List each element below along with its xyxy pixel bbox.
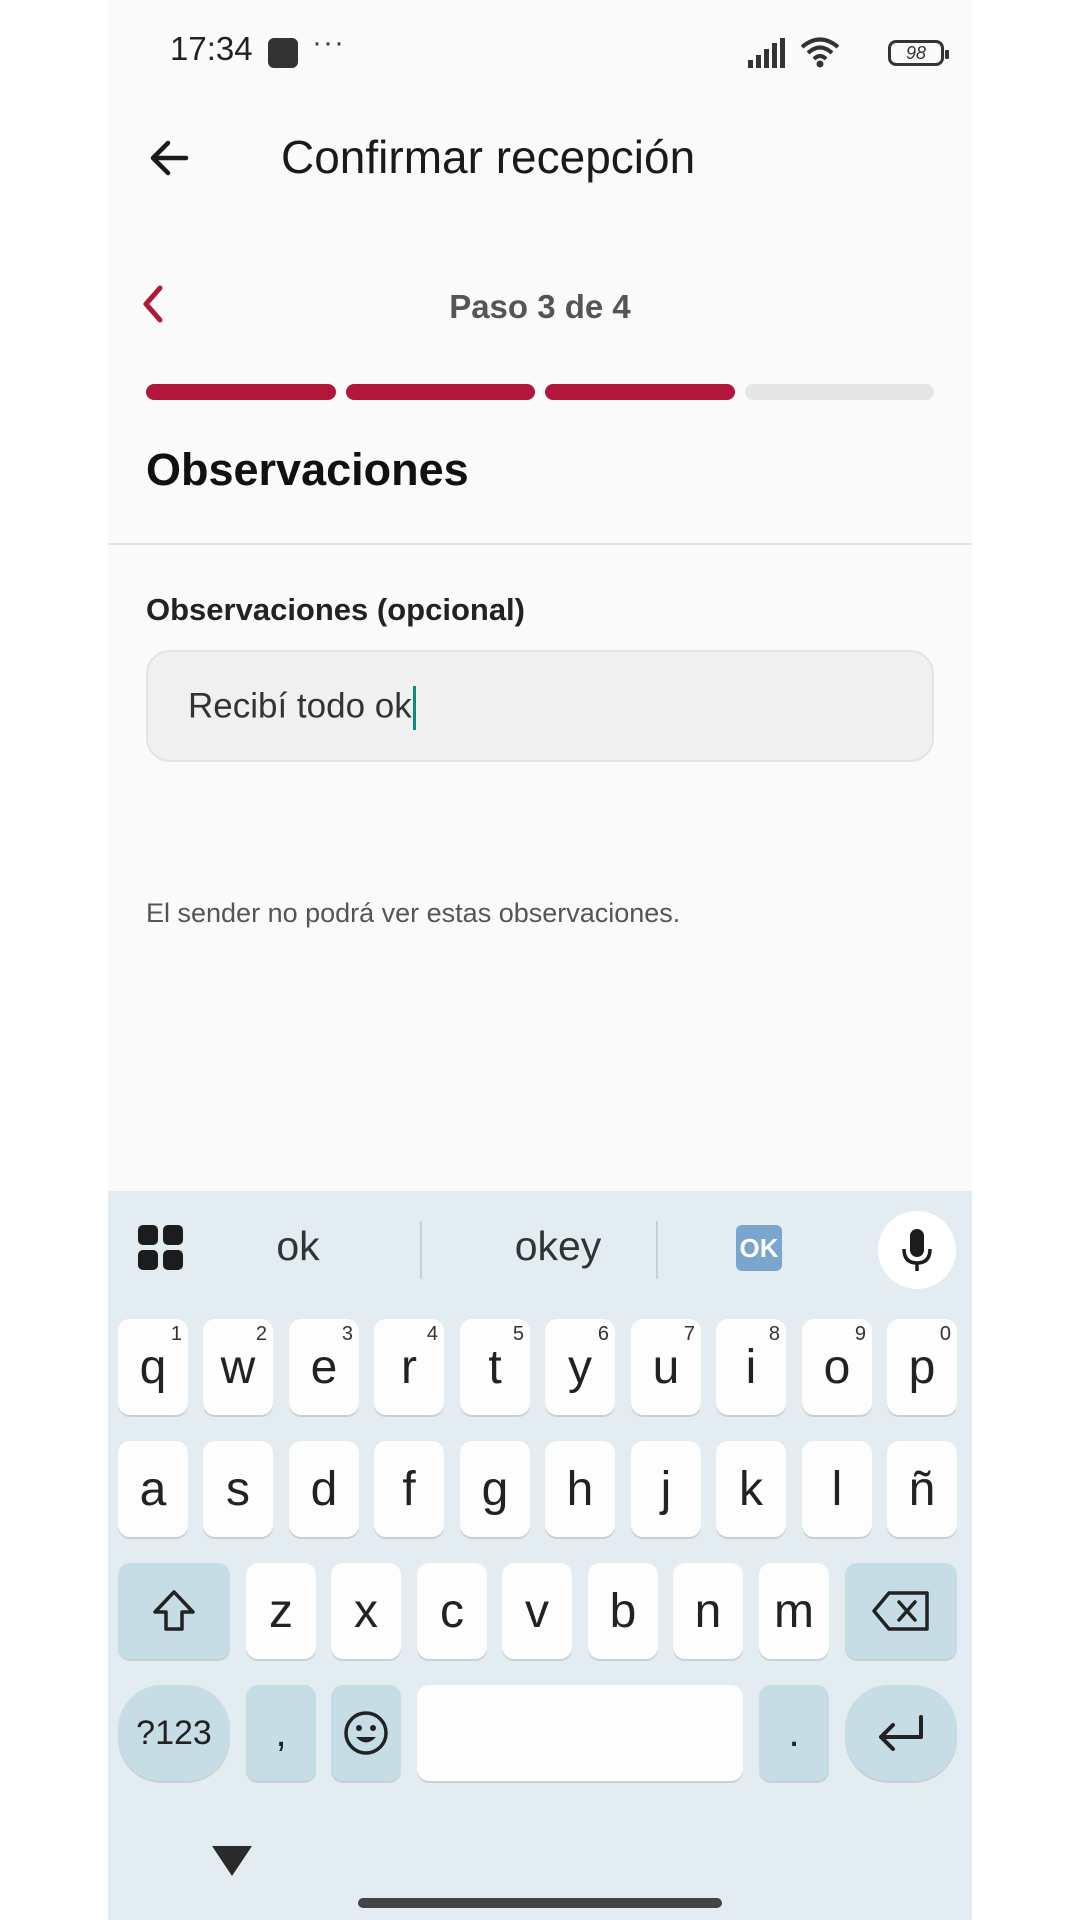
step-progress-bar: [146, 384, 934, 400]
page-title: Confirmar recepción: [281, 131, 696, 183]
key-j[interactable]: j: [631, 1441, 701, 1537]
status-bar: 17:34 ··· 98: [108, 0, 972, 104]
step-indicator: Paso 3 de 4: [449, 288, 631, 325]
notification-app-icon: [268, 38, 298, 68]
key-r[interactable]: r4: [374, 1319, 444, 1415]
soft-keyboard: ok okey OK q1 w2 e3 r4 t5 y6 u7 i8 o9 p0…: [108, 1191, 972, 1920]
battery-icon: 98: [888, 40, 949, 66]
key-number-hint: 0: [939, 1323, 951, 1345]
phone-screen: 17:34 ··· 98 Confirmar recepción Paso 3 …: [108, 0, 972, 1920]
wifi-icon: [800, 37, 840, 68]
key-b[interactable]: b: [588, 1563, 658, 1659]
key-y[interactable]: y6: [545, 1319, 615, 1415]
key-number-hint: 2: [255, 1323, 267, 1345]
key-label: t: [488, 1340, 502, 1394]
key-label: w: [220, 1340, 256, 1394]
key-i[interactable]: i8: [716, 1319, 786, 1415]
key-label: e: [310, 1340, 338, 1394]
key-label: r: [401, 1340, 417, 1394]
period-key[interactable]: .: [759, 1685, 829, 1781]
suggestion-separator: [420, 1221, 422, 1279]
key-m[interactable]: m: [759, 1563, 829, 1659]
suggestion-bar: ok okey OK: [108, 1191, 972, 1301]
shift-icon: [153, 1590, 195, 1631]
key-number-hint: 3: [341, 1323, 353, 1345]
key-number-hint: 7: [683, 1323, 695, 1345]
back-arrow-icon[interactable]: [142, 130, 198, 186]
section-title: Observaciones: [146, 444, 469, 495]
key-number-hint: 9: [854, 1323, 866, 1345]
ok-emoji-suggestion[interactable]: OK: [736, 1225, 782, 1271]
status-time: 17:34: [170, 30, 253, 67]
backspace-key[interactable]: [845, 1563, 957, 1659]
key-label: q: [139, 1340, 167, 1394]
key-number-hint: 4: [426, 1323, 438, 1345]
key-number-hint: 8: [768, 1323, 780, 1345]
microphone-icon: [902, 1229, 932, 1271]
key-x[interactable]: x: [331, 1563, 401, 1659]
key-e[interactable]: e3: [289, 1319, 359, 1415]
key-h[interactable]: h: [545, 1441, 615, 1537]
more-notifications-icon: ···: [312, 26, 345, 59]
key-n[interactable]: n: [673, 1563, 743, 1659]
key-label: o: [823, 1340, 851, 1394]
key-a[interactable]: a: [118, 1441, 188, 1537]
key-s[interactable]: s: [203, 1441, 273, 1537]
grid-icon[interactable]: [138, 1225, 184, 1271]
key-number-hint: 5: [512, 1323, 524, 1345]
symbols-key[interactable]: ?123: [118, 1685, 230, 1781]
emoji-key[interactable]: [331, 1685, 401, 1781]
key-d[interactable]: d: [289, 1441, 359, 1537]
comma-key[interactable]: ,: [246, 1685, 316, 1781]
emoji-icon: [344, 1711, 388, 1755]
progress-segment: [146, 384, 336, 400]
key-f[interactable]: f: [374, 1441, 444, 1537]
backspace-icon: [872, 1591, 929, 1631]
progress-segment: [744, 384, 934, 400]
key-w[interactable]: w2: [203, 1319, 273, 1415]
suggestion-item[interactable]: okey: [468, 1223, 648, 1270]
enter-key[interactable]: [845, 1685, 957, 1781]
enter-icon: [879, 1715, 923, 1751]
key-p[interactable]: p0: [887, 1319, 957, 1415]
key-g[interactable]: g: [460, 1441, 530, 1537]
home-indicator[interactable]: [358, 1898, 722, 1908]
signal-icon: [748, 38, 785, 68]
key-l[interactable]: l: [802, 1441, 872, 1537]
key-q[interactable]: q1: [118, 1319, 188, 1415]
key-c[interactable]: c: [417, 1563, 487, 1659]
key-number-hint: 6: [597, 1323, 609, 1345]
microphone-button[interactable]: [878, 1211, 956, 1289]
key-k[interactable]: k: [716, 1441, 786, 1537]
space-bar[interactable]: [417, 1685, 743, 1781]
key-label: y: [568, 1340, 592, 1394]
observations-input[interactable]: Recibí todo ok: [146, 650, 934, 762]
suggestion-item[interactable]: ok: [228, 1223, 368, 1270]
progress-segment: [545, 384, 735, 400]
app-bar: Confirmar recepción: [108, 104, 972, 208]
observations-label: Observaciones (opcional): [146, 592, 525, 627]
key-number-hint: 1: [170, 1323, 182, 1345]
key-label: p: [908, 1340, 936, 1394]
key-z[interactable]: z: [246, 1563, 316, 1659]
suggestion-separator: [656, 1221, 658, 1279]
hide-keyboard-icon[interactable]: [212, 1846, 252, 1876]
shift-key[interactable]: [118, 1563, 230, 1659]
key-u[interactable]: u7: [631, 1319, 701, 1415]
key-t[interactable]: t5: [460, 1319, 530, 1415]
observations-input-value: Recibí todo ok: [188, 686, 412, 726]
text-caret: [412, 686, 416, 730]
key-n-tilde[interactable]: ñ: [887, 1441, 957, 1537]
key-v[interactable]: v: [502, 1563, 572, 1659]
key-label: i: [745, 1340, 757, 1394]
progress-segment: [345, 384, 535, 400]
divider: [108, 543, 972, 545]
key-o[interactable]: o9: [802, 1319, 872, 1415]
observations-hint: El sender no podrá ver estas observacion…: [146, 898, 681, 928]
key-label: u: [652, 1340, 680, 1394]
